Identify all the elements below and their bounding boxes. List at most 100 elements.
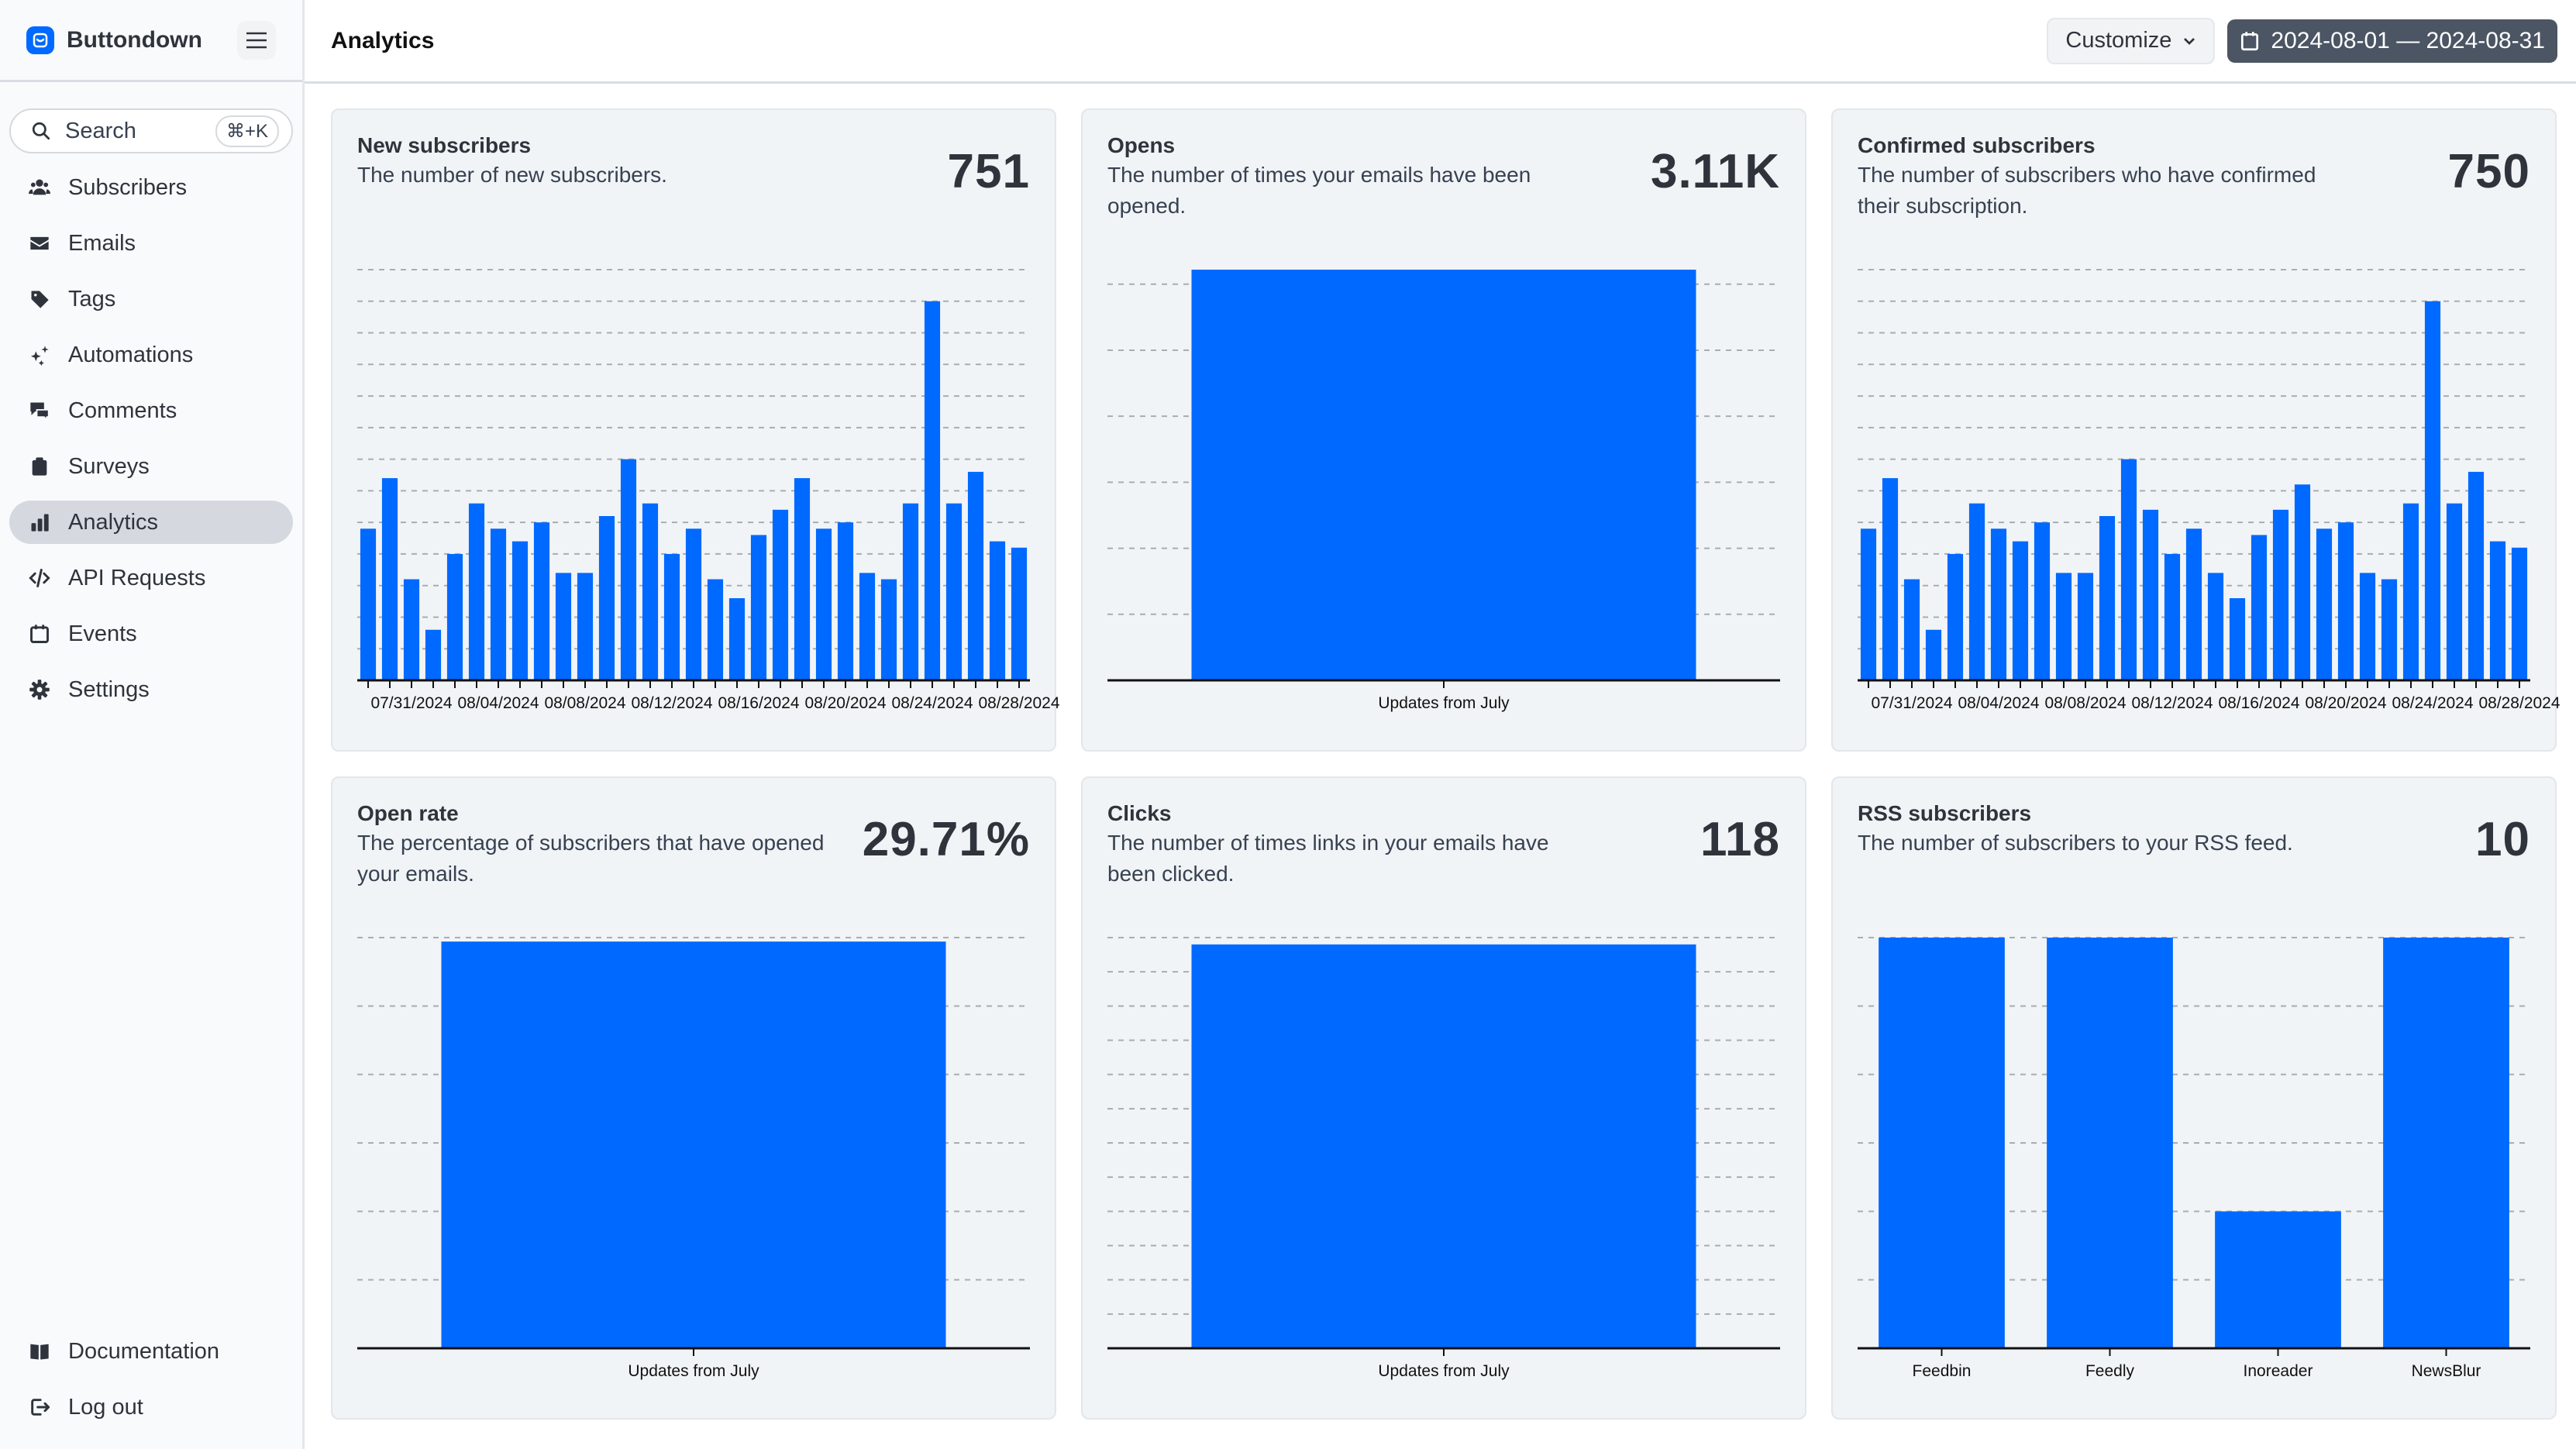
- chart-bar: [490, 528, 507, 680]
- tag-icon: [28, 287, 51, 311]
- chevron-down-icon: [2184, 37, 2195, 45]
- chart-bar: [859, 573, 876, 680]
- chart-bar: [880, 579, 897, 680]
- calendar-icon: [28, 622, 51, 645]
- chart-bar: [815, 528, 832, 680]
- chart-bar-icon: [28, 511, 51, 534]
- chart-bar: [598, 516, 615, 680]
- card-value: 750: [2447, 145, 2530, 198]
- chart-svg: Updates from July: [1107, 937, 1780, 1380]
- chart-bar: [2251, 535, 2268, 680]
- x-tick-label: Updates from July: [1378, 694, 1510, 712]
- chart-bar: [2142, 509, 2159, 680]
- chart-svg: Updates from July: [357, 937, 1030, 1380]
- x-tick-label: 08/16/2024: [718, 694, 799, 712]
- chart-bar: [967, 471, 984, 680]
- chart-bar: [728, 598, 746, 680]
- sidebar-item-emails[interactable]: Emails: [9, 222, 293, 265]
- chart-bar: [2272, 509, 2289, 680]
- sidebar-item-label: Settings: [68, 676, 150, 702]
- card-description: The number of subscribers who have confi…: [1858, 163, 2316, 218]
- card-description: The number of new subscribers.: [357, 163, 667, 187]
- chart-bar: [1860, 528, 1877, 680]
- sidebar-item-surveys[interactable]: Surveys: [9, 445, 293, 488]
- sidebar-item-events[interactable]: Events: [9, 612, 293, 656]
- sidebar-item-api-requests[interactable]: API Requests: [9, 556, 293, 600]
- chart-bar: [2229, 598, 2246, 680]
- chart-bar: [533, 522, 550, 680]
- chart-bar: [1968, 503, 1985, 680]
- sidebar-item-label: Surveys: [68, 453, 150, 479]
- chart-bar: [642, 503, 659, 680]
- card-open-rate: Open rate The percentage of subscribers …: [331, 776, 1056, 1420]
- chart-bar: [1882, 478, 1899, 680]
- chart-bar: [1879, 938, 2005, 1348]
- sidebar-item-automations[interactable]: Automations: [9, 333, 293, 377]
- sidebar-item-subscribers[interactable]: Subscribers: [9, 166, 293, 209]
- chart-bar: [2381, 579, 2398, 680]
- sidebar-item-documentation[interactable]: Documentation: [9, 1330, 293, 1373]
- chart-bar: [794, 478, 811, 680]
- card-value: 29.71%: [862, 813, 1030, 866]
- users-icon: [28, 176, 51, 199]
- sidebar-item-label: Log out: [68, 1394, 143, 1420]
- menu-toggle-button[interactable]: [237, 20, 276, 60]
- chart-svg: 07/31/2024 08/04/2024 08/08/2024 08/12/2024…: [1858, 269, 2561, 712]
- chart-bar: [1925, 629, 1942, 680]
- x-tick-label: 08/20/2024: [804, 694, 886, 712]
- card-rss-subscribers: RSS subscribers The number of subscriber…: [1831, 776, 2557, 1420]
- card-description: The number of times your emails have bee…: [1107, 163, 1531, 218]
- brand-name: Buttondown: [67, 26, 202, 53]
- chart-bar: [446, 553, 463, 680]
- date-range-picker[interactable]: 2024-08-01 — 2024-08-31: [2227, 19, 2557, 63]
- chart-bar: [1903, 579, 1920, 680]
- sidebar-item-tags[interactable]: Tags: [9, 277, 293, 321]
- chart-bar: [425, 629, 442, 680]
- x-tick-label: 08/12/2024: [631, 694, 712, 712]
- x-tick-label: 08/04/2024: [457, 694, 539, 712]
- sidebar: Buttondown Search ⌘+K Subscribers Emails…: [0, 0, 305, 1449]
- envelope-icon: [28, 232, 51, 255]
- sidebar-nav: Subscribers Emails Tags Automations Comm…: [0, 166, 302, 711]
- card-description: The percentage of subscribers that have …: [357, 831, 825, 886]
- chart-bar: [468, 503, 485, 680]
- chart-bar: [2337, 522, 2354, 680]
- card-opens: Opens The number of times your emails ha…: [1081, 108, 1806, 752]
- sidebar-item-label: Events: [68, 621, 137, 646]
- x-tick-label: 08/28/2024: [2478, 694, 2560, 712]
- chart-bar: [902, 503, 919, 680]
- chart-bar: [685, 528, 702, 680]
- chart-bar: [2207, 573, 2224, 680]
- brand-header: Buttondown: [0, 0, 302, 82]
- clicks-chart: Updates from July: [1107, 922, 1780, 1387]
- chart-bar: [360, 528, 377, 680]
- sidebar-item-settings[interactable]: Settings: [9, 668, 293, 711]
- chart-bar: [707, 579, 724, 680]
- chart-bar: [2446, 503, 2463, 680]
- chart-bar: [2511, 547, 2528, 680]
- search-shortcut: ⌘+K: [215, 115, 279, 147]
- sidebar-item-label: Emails: [68, 230, 136, 256]
- calendar-icon: [2241, 31, 2259, 50]
- x-tick-label: 08/08/2024: [2044, 694, 2126, 712]
- sidebar-item-comments[interactable]: Comments: [9, 389, 293, 432]
- chart-svg: 07/31/2024 08/04/2024 08/08/2024 08/12/2024…: [357, 269, 1060, 712]
- x-tick-label: 08/24/2024: [2392, 694, 2473, 712]
- chart-bar: [2012, 541, 2029, 680]
- sidebar-item-analytics[interactable]: Analytics: [9, 501, 293, 544]
- sparkles-icon: [28, 343, 51, 367]
- search-button[interactable]: Search ⌘+K: [9, 108, 293, 153]
- hamburger-icon: [246, 32, 267, 48]
- comments-icon: [28, 399, 51, 422]
- main-content: Analytics Customize 2024-08-01 — 2024-08…: [305, 0, 2576, 1449]
- x-tick-label: 08/08/2024: [544, 694, 625, 712]
- sidebar-item-logout[interactable]: Log out: [9, 1385, 293, 1429]
- card-value: 751: [947, 145, 1030, 198]
- chart-bar: [2316, 528, 2333, 680]
- chart-bar: [577, 573, 594, 680]
- x-tick-label: 08/28/2024: [978, 694, 1059, 712]
- sidebar-item-label: Comments: [68, 398, 177, 423]
- open-rate-chart: Updates from July: [357, 922, 1030, 1387]
- gear-icon: [28, 678, 51, 701]
- customize-dropdown[interactable]: Customize: [2047, 17, 2216, 64]
